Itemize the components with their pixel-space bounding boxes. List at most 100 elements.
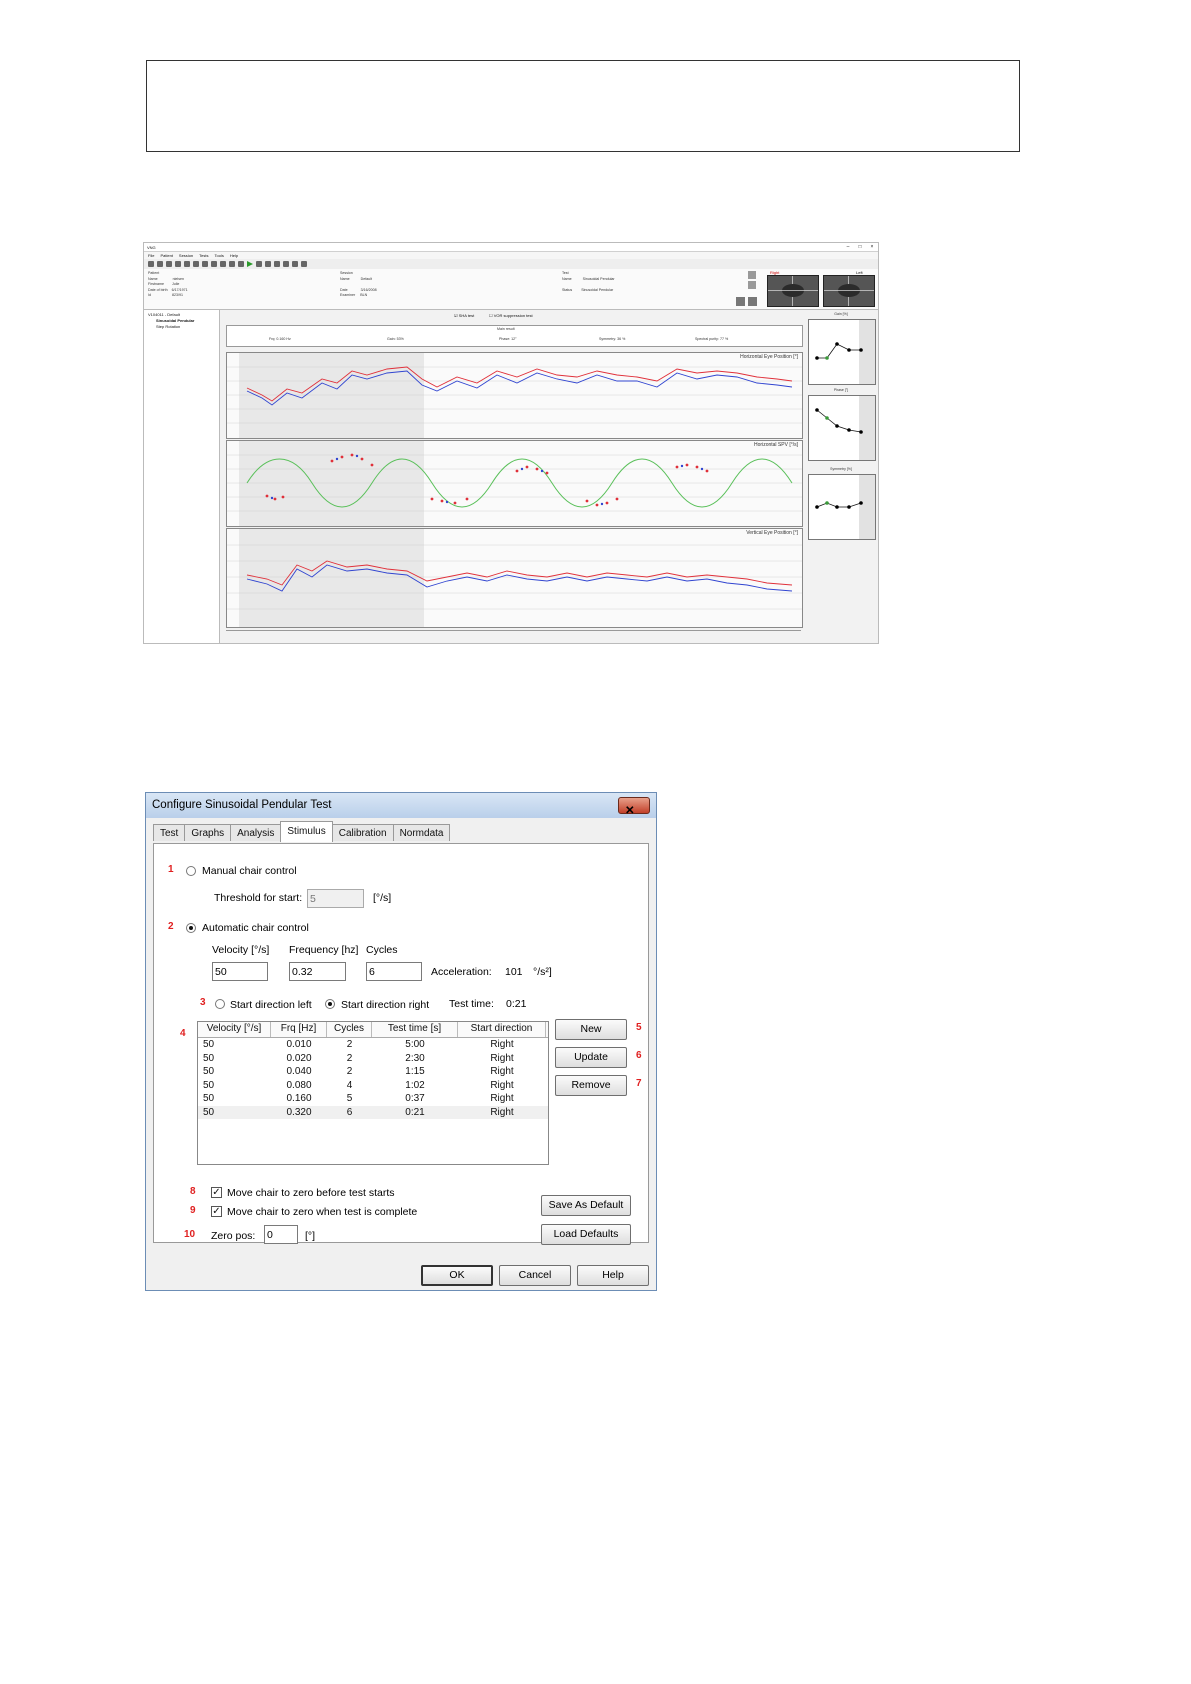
tree-item-step-rotation[interactable]: Step Rotation (148, 324, 215, 330)
settings-icon[interactable] (301, 261, 307, 267)
cursor-icon[interactable] (265, 261, 271, 267)
vertical-position-panel: Vertical Eye Position [°] (226, 528, 803, 628)
col-cycles[interactable]: Cycles (327, 1022, 372, 1037)
right-eye-camera (767, 275, 819, 307)
col-test-time[interactable]: Test time [s] (372, 1022, 458, 1037)
horizontal-spv-plot (227, 441, 802, 526)
help-button[interactable]: Help (577, 1265, 649, 1286)
menu-file[interactable]: File (148, 253, 154, 258)
right-eye-label: Right (770, 270, 780, 275)
velocity-label: Velocity [°/s] (212, 944, 270, 956)
threshold-input[interactable] (307, 889, 364, 908)
disk-icon[interactable] (184, 261, 190, 267)
play-icon[interactable] (247, 261, 253, 267)
col-frequency[interactable]: Frq [Hz] (271, 1022, 327, 1037)
velocity-input[interactable] (212, 962, 268, 981)
save-icon[interactable] (166, 261, 172, 267)
maximize-icon[interactable]: □ (854, 244, 866, 251)
move-before-label: Move chair to zero before test starts (227, 1187, 395, 1199)
horizontal-spv-panel: Horizontal SPV [°/s] (226, 440, 803, 527)
vor-suppression-option[interactable]: ☐ VOR suppression test (489, 313, 533, 318)
table-row[interactable]: 50 0.160 5 0:37 Right (198, 1092, 548, 1106)
menu-session[interactable]: Session (179, 253, 193, 258)
summary-symmetry: Symmetry: 36 % (599, 337, 626, 341)
remove-button[interactable]: Remove (555, 1075, 627, 1096)
marker-icon[interactable] (283, 261, 289, 267)
sha-test-option[interactable]: ☑ SHA test (454, 313, 474, 318)
patient-info-panel: Patient Name nielsen Firstname Julie Dat… (144, 269, 878, 310)
tab-normdata[interactable]: Normdata (392, 824, 451, 841)
summary-gain: Gain: 53% (387, 337, 404, 341)
ok-button[interactable]: OK (421, 1265, 493, 1286)
test-info: Test Name Sinusoidal Pendular Status Sin… (562, 271, 615, 292)
move-icon[interactable] (256, 261, 262, 267)
tab-stimulus[interactable]: Stimulus (280, 821, 333, 842)
table-row[interactable]: 50 0.040 2 1:15 Right (198, 1065, 548, 1079)
time-axis (226, 628, 801, 638)
manual-chair-radio[interactable] (186, 866, 196, 876)
close-button[interactable]: ✕ (618, 797, 650, 817)
record-icon[interactable] (748, 271, 756, 279)
cancel-button[interactable]: Cancel (499, 1265, 571, 1286)
table-row[interactable]: 50 0.080 4 1:02 Right (198, 1079, 548, 1093)
cycles-input[interactable] (366, 962, 422, 981)
callout-8: 8 (190, 1186, 196, 1197)
start-right-radio[interactable] (325, 999, 335, 1009)
gain-chart (808, 319, 876, 385)
minimize-icon[interactable]: – (842, 244, 854, 251)
print-icon[interactable] (175, 261, 181, 267)
app-titlebar: VNG – □ × (144, 243, 878, 252)
table-row-selected[interactable]: 50 0.320 6 0:21 Right (198, 1105, 548, 1119)
dialog-titlebar: Configure Sinusoidal Pendular Test ✕ (146, 793, 656, 818)
move-before-checkbox[interactable]: ✓ (211, 1187, 222, 1198)
ruler-icon[interactable] (292, 261, 298, 267)
new-icon[interactable] (148, 261, 154, 267)
phase-chart-title: Phase [°] (833, 388, 849, 392)
frequency-input[interactable] (289, 962, 346, 981)
result-summary: Main result Frq: 0.160 Hz Gain: 53% Phas… (226, 325, 803, 347)
app-menubar: File Patient Session Tests Tools Help (144, 252, 878, 259)
tab-strip: Test Graphs Analysis Stimulus Calibratio… (153, 821, 451, 844)
tab-test[interactable]: Test (153, 824, 186, 841)
stimulus-table[interactable]: Velocity [°/s] Frq [Hz] Cycles Test time… (197, 1021, 549, 1165)
new-button[interactable]: New (555, 1019, 627, 1040)
chair-icon[interactable] (202, 261, 208, 267)
table-row[interactable]: 50 0.020 2 2:30 Right (198, 1052, 548, 1066)
light-icon[interactable] (748, 297, 757, 306)
zero-pos-input[interactable] (264, 1225, 298, 1244)
tab-calibration[interactable]: Calibration (331, 824, 394, 841)
session-info: Session Name Default Date 3/16/2008 Exam… (340, 271, 377, 298)
save-as-default-button[interactable]: Save As Default (541, 1195, 631, 1216)
close-icon[interactable]: × (866, 244, 878, 251)
col-velocity[interactable]: Velocity [°/s] (198, 1022, 271, 1037)
move-after-checkbox[interactable]: ✓ (211, 1206, 222, 1217)
table-row[interactable]: 50 0.010 2 5:00 Right (198, 1038, 548, 1052)
update-button[interactable]: Update (555, 1047, 627, 1068)
load-defaults-button[interactable]: Load Defaults (541, 1224, 631, 1245)
horizontal-spv-title: Horizontal SPV [°/s] (754, 442, 798, 448)
copy-icon[interactable] (193, 261, 199, 267)
automatic-chair-radio[interactable] (186, 923, 196, 933)
horizontal-position-plot (227, 353, 802, 438)
start-left-radio[interactable] (215, 999, 225, 1009)
calibrate-icon[interactable] (211, 261, 217, 267)
horizontal-position-panel: Horizontal Eye Position [°] (226, 352, 803, 439)
target-icon[interactable] (229, 261, 235, 267)
tab-graphs[interactable]: Graphs (184, 824, 232, 841)
zoom-icon[interactable] (238, 261, 244, 267)
start-right-label: Start direction right (341, 999, 430, 1011)
pause-icon[interactable] (748, 281, 756, 289)
menu-tests[interactable]: Tests (199, 253, 208, 258)
tab-analysis[interactable]: Analysis (230, 824, 282, 841)
stop-icon[interactable] (274, 261, 280, 267)
vertical-position-title: Vertical Eye Position [°] (746, 530, 798, 536)
eye-icon[interactable] (220, 261, 226, 267)
menu-tools[interactable]: Tools (214, 253, 223, 258)
open-icon[interactable] (157, 261, 163, 267)
patient-info: Patient Name nielsen Firstname Julie Dat… (148, 271, 188, 298)
col-start-direction[interactable]: Start direction (458, 1022, 546, 1037)
menu-patient[interactable]: Patient (160, 253, 172, 258)
camera-settings-icon[interactable] (736, 297, 745, 306)
menu-help[interactable]: Help (230, 253, 238, 258)
zero-pos-label: Zero pos: (211, 1230, 256, 1242)
